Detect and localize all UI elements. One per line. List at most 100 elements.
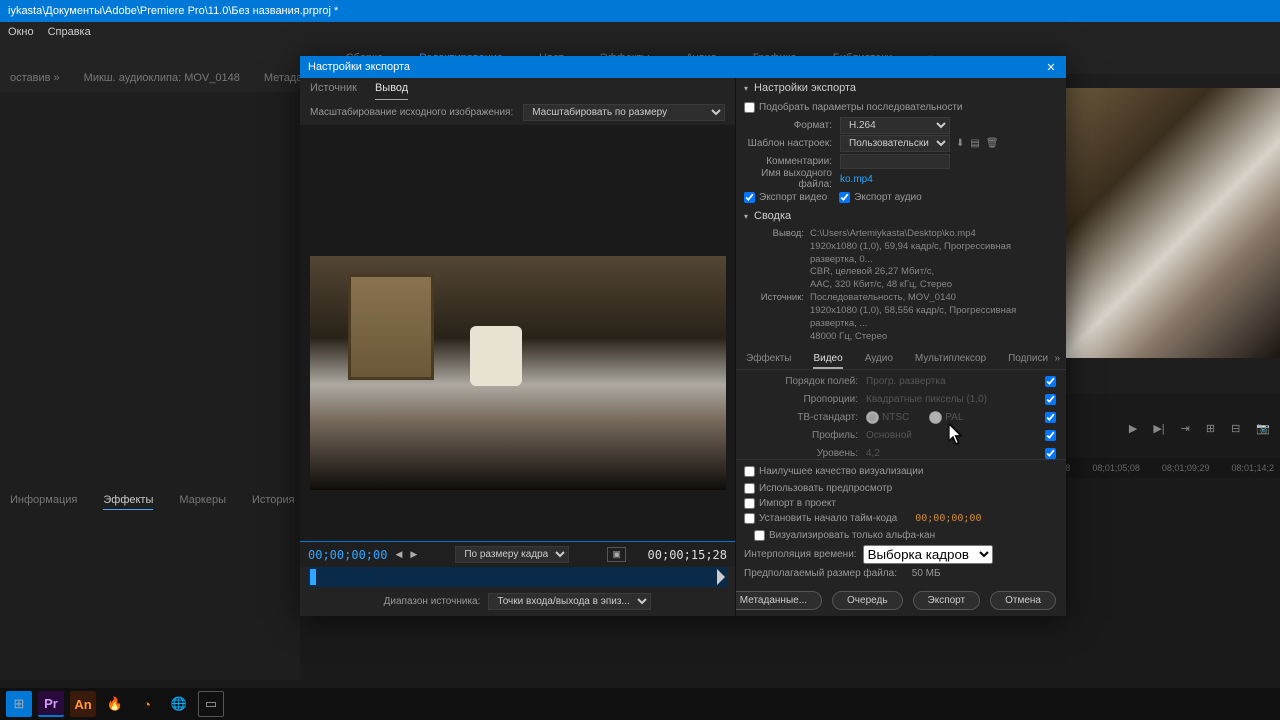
profile-lock-checkbox[interactable] xyxy=(1045,430,1056,441)
program-monitor-preview xyxy=(1066,88,1280,358)
interp-label: Интерполяция времени: xyxy=(744,549,857,560)
estimate-label: Предполагаемый размер файла: xyxy=(744,568,897,579)
subtab-audio[interactable]: Аудио xyxy=(865,353,893,369)
set-timecode-checkbox[interactable] xyxy=(744,513,755,524)
play-icon[interactable]: ▶ xyxy=(1129,422,1137,435)
tab-output-preview[interactable]: Вывод xyxy=(375,82,408,100)
export-audio-checkbox[interactable] xyxy=(839,192,850,203)
subtab-captions[interactable]: Подписи xyxy=(1008,353,1048,369)
aspect-label: Пропорции: xyxy=(746,394,866,405)
taskbar-explorer-icon[interactable]: ▭ xyxy=(198,691,224,717)
fit-select[interactable]: По размеру кадра xyxy=(455,546,569,563)
level-value: 4,2 xyxy=(866,448,880,459)
crop-icon[interactable]: ▣ xyxy=(607,547,626,562)
dialog-titlebar[interactable]: Настройки экспорта ✕ xyxy=(300,56,1066,78)
subtab-video[interactable]: Видео xyxy=(813,353,842,369)
summary-header[interactable]: ▾Сводка xyxy=(736,206,1066,226)
field-order-label: Порядок полей: xyxy=(746,376,866,387)
preview-transport: 00;00;00;00 ◀ ▶ По размеру кадра ▣ 00;00… xyxy=(300,541,735,567)
export-settings-dialog: Настройки экспорта ✕ Источник Вывод Масш… xyxy=(300,56,1066,616)
dialog-preview-pane: Источник Вывод Масштабирование исходного… xyxy=(300,78,736,616)
tab-markers[interactable]: Маркеры xyxy=(179,494,226,510)
comments-label: Комментарии: xyxy=(744,156,840,167)
lower-left-tabs: Информация Эффекты Маркеры История » xyxy=(10,494,327,510)
subtab-mux[interactable]: Мультиплексор xyxy=(915,353,986,369)
match-sequence-label: Подобрать параметры последовательности xyxy=(759,102,963,113)
estimate-value: 50 МБ xyxy=(912,568,941,579)
tab-history[interactable]: История xyxy=(252,494,295,510)
output-name-link[interactable]: ko.mp4 xyxy=(840,174,873,185)
export-settings-header[interactable]: ▾Настройки экспорта xyxy=(736,78,1066,98)
dialog-buttons: Метаданные... Очередь Экспорт Отмена xyxy=(736,585,1066,616)
preset-select[interactable]: Пользовательский xyxy=(840,135,950,152)
summary-block: Вывод:C:\Users\Artemiykasta\Desktop\ko.m… xyxy=(736,226,1066,349)
step-forward-icon[interactable]: ▶| xyxy=(1153,422,1164,435)
preset-label: Шаблон настроек: xyxy=(744,138,840,149)
settings-sub-tabs: Эффекты Видео Аудио Мультиплексор Подпис… xyxy=(736,349,1066,370)
subtab-effects[interactable]: Эффекты xyxy=(746,353,791,369)
taskbar-start-icon[interactable]: ⊞ xyxy=(6,691,32,717)
interp-select[interactable]: Выборка кадров xyxy=(863,545,993,564)
tv-lock-checkbox[interactable] xyxy=(1045,412,1056,423)
profile-value: Основной xyxy=(866,430,912,441)
comments-input[interactable] xyxy=(840,154,950,169)
aspect-lock-checkbox[interactable] xyxy=(1045,394,1056,405)
preview-tabs: Источник Вывод xyxy=(300,78,735,100)
extract-icon[interactable]: ⊟ xyxy=(1231,422,1240,435)
pal-radio[interactable] xyxy=(929,411,942,424)
taskbar-animate-icon[interactable]: An xyxy=(70,691,96,717)
scale-select[interactable]: Масштабировать по размеру xyxy=(523,104,725,121)
lift-icon[interactable]: ⊞ xyxy=(1206,422,1215,435)
subtab-overflow-icon[interactable]: » xyxy=(1054,353,1060,367)
menu-window[interactable]: Окно xyxy=(8,26,34,38)
taskbar-browser-icon[interactable]: 🌐 xyxy=(166,691,192,717)
level-lock-checkbox[interactable] xyxy=(1045,448,1056,459)
save-preset-icon[interactable]: ⬇ xyxy=(956,138,964,149)
taskbar-app3-icon[interactable]: 🔥 xyxy=(102,691,128,717)
match-sequence-checkbox[interactable] xyxy=(744,102,755,113)
step-back-icon[interactable]: ◀ xyxy=(395,549,402,560)
format-select[interactable]: H.264 xyxy=(840,117,950,134)
mark-in-icon[interactable]: ⇥ xyxy=(1181,422,1190,435)
menu-bar: Окно Справка xyxy=(0,22,1280,42)
output-preview-image xyxy=(310,256,726,490)
ntsc-radio[interactable] xyxy=(866,411,879,424)
tab-source[interactable]: оставив » xyxy=(10,72,60,84)
step-fwd-icon[interactable]: ▶ xyxy=(410,549,417,560)
export-frame-icon[interactable]: 📷 xyxy=(1256,422,1270,435)
taskbar-premiere-icon[interactable]: Pr xyxy=(38,691,64,717)
queue-button[interactable]: Очередь xyxy=(832,591,903,610)
timecode-in[interactable]: 00;00;00;00 xyxy=(308,548,387,562)
source-range-label: Диапазон источника: xyxy=(384,596,481,607)
tab-audio-mixer[interactable]: Микш. аудиоклипа: MOV_0148 xyxy=(84,72,240,84)
timecode-start-value[interactable]: 00;00;00;00 xyxy=(915,513,981,524)
taskbar[interactable]: ⊞ Pr An 🔥 ◔ 🌐 ▭ xyxy=(0,688,1280,720)
tab-source-preview[interactable]: Источник xyxy=(310,82,357,100)
max-quality-checkbox[interactable] xyxy=(744,466,755,477)
export-button[interactable]: Экспорт xyxy=(913,591,981,610)
menu-help[interactable]: Справка xyxy=(48,26,91,38)
export-video-checkbox[interactable] xyxy=(744,192,755,203)
delete-preset-icon[interactable]: 🗑 xyxy=(986,138,999,149)
import-project-checkbox[interactable] xyxy=(744,498,755,509)
field-order-lock-checkbox[interactable] xyxy=(1045,376,1056,387)
use-preview-checkbox[interactable] xyxy=(744,483,755,494)
import-preset-icon[interactable]: ▤ xyxy=(970,138,979,149)
metadata-button[interactable]: Метаданные... xyxy=(736,591,822,610)
level-label: Уровень: xyxy=(746,448,866,459)
ruler-tick: 08;01;09;29 xyxy=(1162,463,1210,473)
export-audio-label: Экспорт аудио xyxy=(854,192,921,203)
field-order-value: Прогр. развертка xyxy=(866,376,946,387)
source-range-select[interactable]: Точки входа/выхода в эпиз... xyxy=(488,593,651,610)
close-icon[interactable]: ✕ xyxy=(1044,60,1058,74)
footer-options: Наилучшее качество визуализации Использо… xyxy=(736,459,1066,585)
export-video-label: Экспорт видео xyxy=(759,192,827,203)
scale-label: Масштабирование исходного изображения: xyxy=(310,107,513,118)
chevron-down-icon: ▾ xyxy=(744,84,748,93)
preview-scrub-bar[interactable] xyxy=(308,567,727,587)
tab-info[interactable]: Информация xyxy=(10,494,77,510)
taskbar-blender-icon[interactable]: ◔ xyxy=(134,691,160,717)
alpha-only-checkbox[interactable] xyxy=(754,530,765,541)
cancel-button[interactable]: Отмена xyxy=(990,591,1056,610)
tab-effects[interactable]: Эффекты xyxy=(103,494,153,510)
